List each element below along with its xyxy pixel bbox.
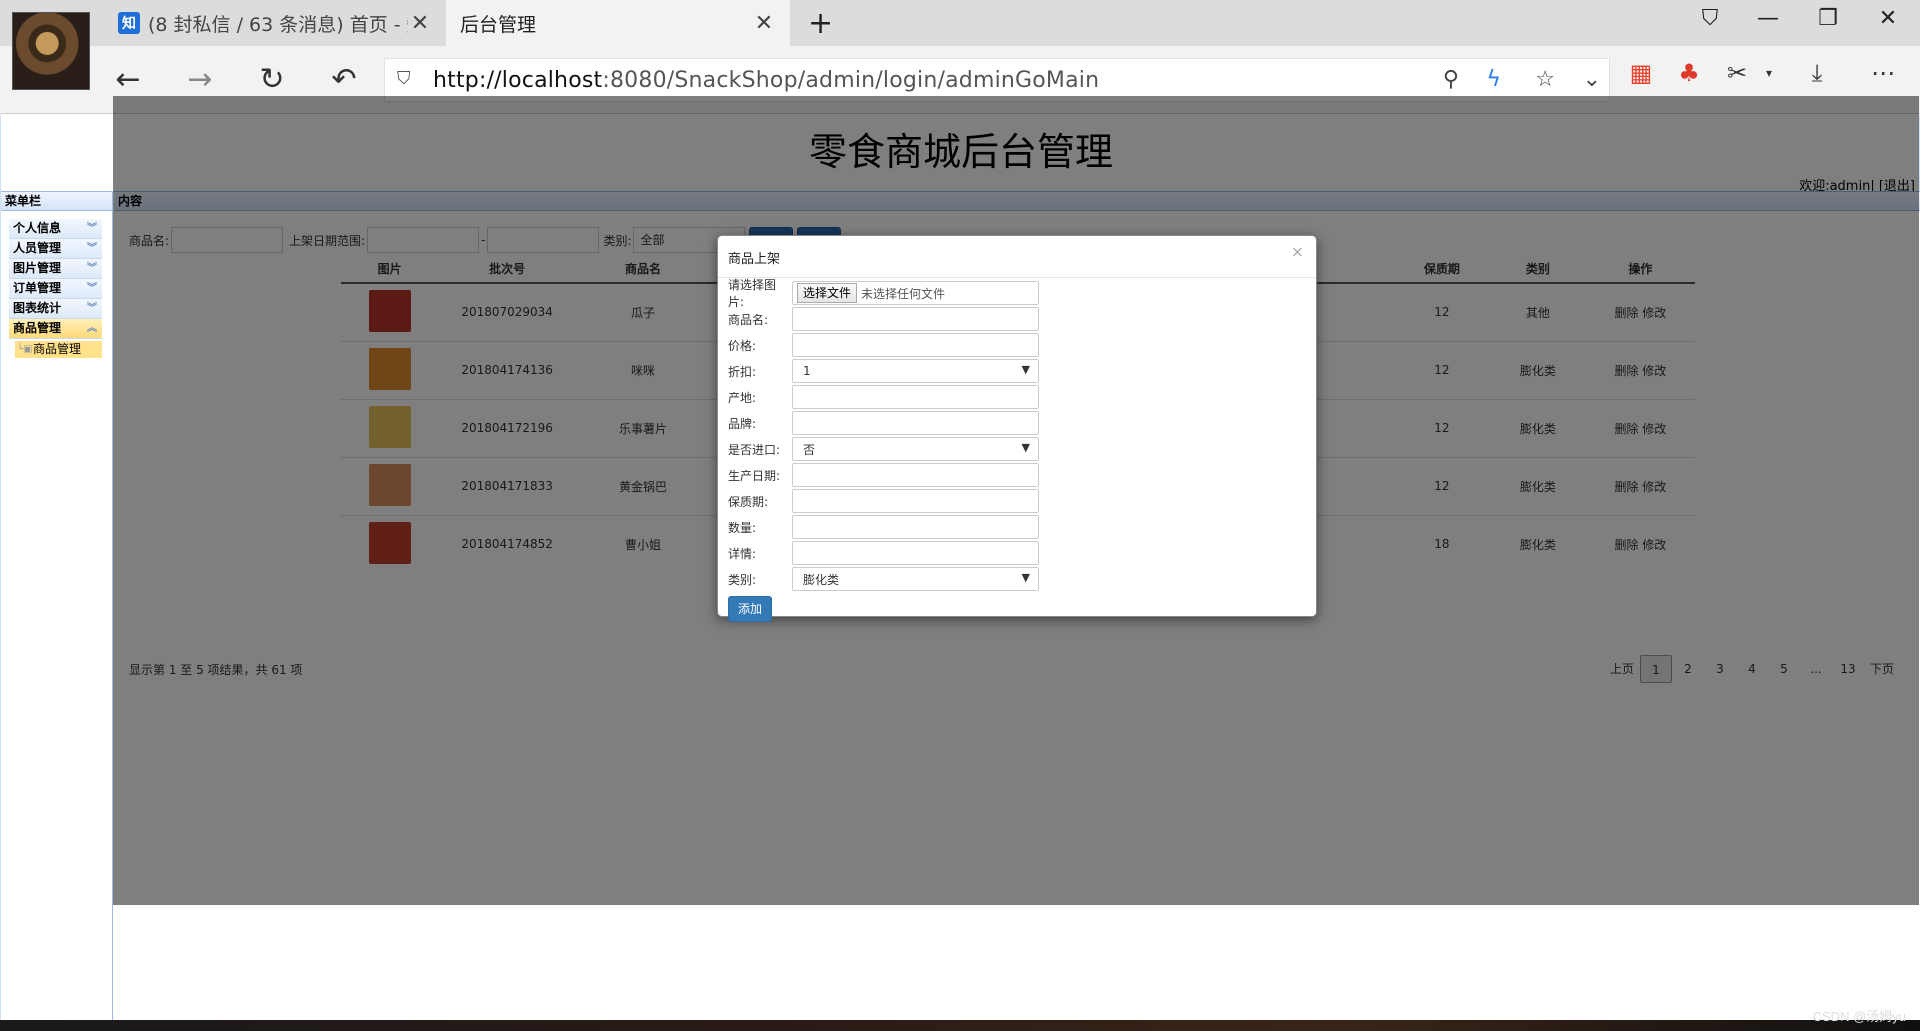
tab-admin[interactable]: 后台管理 ✕: [446, 0, 790, 135]
price-label: 价格:: [728, 338, 757, 353]
image-label: 请选择图片:: [728, 278, 777, 309]
more-icon[interactable]: ⋯: [1866, 56, 1900, 90]
tab-title: (8 封私信 / 63 条消息) 首页 - 知: [148, 13, 408, 36]
menu-item-staff[interactable]: 人员管理 ︾: [9, 239, 102, 259]
quantity-label: 数量:: [728, 520, 757, 535]
brand-label: 品牌:: [728, 416, 757, 431]
submit-add-button[interactable]: 添加: [728, 596, 772, 622]
menu-panel: 菜单栏 个人信息 ︾ 人员管理 ︾ 图片管理 ︾ 订单管理 ︾ 图表统计 ︾ 商品管理 ︽ …: [1, 191, 113, 1020]
dropdown-arrow-icon: ▼: [1021, 571, 1030, 584]
star-icon[interactable]: ☆: [1535, 67, 1555, 92]
dropdown-arrow-icon: ▼: [1021, 363, 1030, 376]
type-select[interactable]: 膨化类 ▼: [792, 567, 1039, 591]
origin-input[interactable]: [792, 385, 1039, 409]
close-icon[interactable]: ✕: [752, 11, 776, 36]
origin-label: 产地:: [728, 390, 757, 405]
zoom-icon[interactable]: ⚲: [1443, 67, 1459, 92]
detail-label: 详情:: [728, 546, 757, 561]
tab-title: 后台管理: [460, 13, 537, 36]
browser-tab-strip: 知 (8 封私信 / 63 条消息) 首页 - 知 ✕ 后台管理 ✕ + ⛉ —…: [0, 0, 1920, 135]
shelf-life-label: 保质期:: [728, 494, 769, 509]
menu-item-products[interactable]: 商品管理 ︽: [9, 319, 102, 339]
add-product-modal: 商品上架 × 请选择图片: 选择文件 未选择任何文件 商品名: 价格: 折扣: 1…: [717, 235, 1317, 622]
new-tab-button[interactable]: +: [808, 6, 833, 41]
download-icon[interactable]: ⤓: [1800, 56, 1834, 90]
choose-file-button[interactable]: 选择文件: [797, 283, 858, 303]
production-date-input[interactable]: [792, 463, 1039, 487]
shirt-icon[interactable]: ⛉: [1690, 6, 1730, 31]
menu-item-orders[interactable]: 订单管理 ︾: [9, 279, 102, 299]
price-input[interactable]: [792, 333, 1039, 357]
watermark: CSDN @汤姆yu: [1812, 1009, 1906, 1024]
zhihu-icon: 知: [118, 12, 140, 34]
forward-button[interactable]: →: [180, 60, 220, 100]
lightning-icon[interactable]: ϟ: [1486, 67, 1501, 92]
minimize-button[interactable]: —: [1748, 6, 1788, 31]
undo-icon[interactable]: ↶: [324, 60, 364, 100]
menu-panel-title: 菜单栏: [1, 191, 112, 211]
chevron-up-icon: ︽: [87, 323, 97, 334]
close-icon[interactable]: ×: [1291, 242, 1304, 261]
chevron-down-icon[interactable]: ⌄: [1583, 67, 1601, 92]
apps-icon[interactable]: ▦: [1624, 56, 1658, 90]
discount-label: 折扣:: [728, 364, 757, 379]
tree-node-icon: └▣: [17, 344, 33, 355]
dropdown-arrow-icon[interactable]: ▾: [1752, 56, 1786, 90]
modal-header: 商品上架 ×: [718, 236, 1316, 278]
chevron-down-icon: ︾: [87, 223, 97, 234]
shelf-life-input[interactable]: [792, 489, 1039, 513]
menu-item-personal-info[interactable]: 个人信息 ︾: [9, 219, 102, 239]
discount-select[interactable]: 1 ▼: [792, 359, 1039, 383]
scissors-icon[interactable]: ✂: [1720, 56, 1754, 90]
modal-title: 商品上架: [728, 252, 781, 267]
name-label: 商品名:: [728, 312, 769, 327]
submenu-item-products[interactable]: └▣ 商品管理: [15, 341, 102, 358]
chevron-down-icon: ︾: [87, 243, 97, 254]
import-select[interactable]: 否 ▼: [792, 437, 1039, 461]
import-label: 是否进口:: [728, 442, 781, 457]
detail-input[interactable]: [792, 541, 1039, 565]
tab-zhihu[interactable]: 知 (8 封私信 / 63 条消息) 首页 - 知 ✕: [104, 0, 446, 46]
type-label: 类别:: [728, 572, 757, 587]
reload-button[interactable]: ↻: [252, 60, 292, 100]
window-close-button[interactable]: ✕: [1868, 6, 1908, 31]
taskbar-strip: [0, 1020, 1920, 1031]
date-label: 生产日期:: [728, 468, 781, 483]
maximize-button[interactable]: ❐: [1808, 6, 1848, 31]
dropdown-arrow-icon: ▼: [1021, 441, 1030, 454]
image-file-input[interactable]: 选择文件 未选择任何文件: [792, 281, 1039, 305]
chevron-down-icon: ︾: [87, 303, 97, 314]
menu-item-charts[interactable]: 图表统计 ︾: [9, 299, 102, 319]
chevron-down-icon: ︾: [87, 283, 97, 294]
name-input[interactable]: [792, 307, 1039, 331]
no-file-text: 未选择任何文件: [861, 286, 946, 301]
close-icon[interactable]: ✕: [408, 11, 432, 36]
game-icon[interactable]: ♣: [1672, 56, 1706, 90]
brand-input[interactable]: [792, 411, 1039, 435]
chevron-down-icon: ︾: [87, 263, 97, 274]
quantity-input[interactable]: [792, 515, 1039, 539]
back-button[interactable]: ←: [108, 60, 148, 100]
url-text: http://localhost:8080/SnackShop/admin/lo…: [433, 67, 1100, 93]
user-avatar[interactable]: [12, 12, 90, 90]
shield-icon: ⛉: [397, 68, 411, 89]
menu-item-images[interactable]: 图片管理 ︾: [9, 259, 102, 279]
